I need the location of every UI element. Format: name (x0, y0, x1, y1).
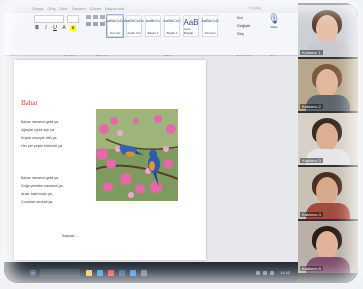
participant-face (316, 123, 338, 151)
numbering-icon[interactable] (93, 15, 98, 19)
poem-line: Bahar mevsimi geldi ya, (21, 176, 60, 180)
tab-home[interactable]: Giriş (47, 6, 55, 11)
format-icons: B I U A a (34, 25, 76, 31)
document-page[interactable]: Bahar Bahar mevsimi geldi ya, Ağaçlar çi… (14, 60, 206, 260)
participant-face (316, 15, 338, 43)
styles-gallery: AaBbCcDc Normal AaBbCcDc Aralık Yok AaBb… (105, 14, 219, 38)
align-center-icon[interactable] (93, 22, 98, 26)
tab-file[interactable]: Dosya (32, 6, 43, 11)
participant-name: Katılımcı 4 (300, 212, 323, 217)
participant-tile[interactable]: Katılımcı 2 (298, 59, 358, 111)
word-icon[interactable] (118, 269, 125, 276)
chrome-icon[interactable] (107, 269, 114, 276)
poem-line: Bahar mevsimi geldi ya, (21, 120, 60, 124)
poem-line: Kuşlar neşeyle öttü ya, (21, 136, 58, 140)
volume-icon[interactable] (263, 270, 268, 275)
document-workspace: Bahar Bahar mevsimi geldi ya, Ağaçlar çi… (4, 56, 298, 262)
style-heading-2[interactable]: AaBbCcC Başlık 2 (163, 15, 181, 37)
taskbar-search[interactable] (39, 268, 80, 277)
birds-illustration (96, 109, 178, 201)
taskbar-apps (85, 269, 147, 276)
participant-tile[interactable]: Kullanıcı 1 (298, 5, 358, 57)
system-tray: 11:42 (256, 270, 290, 275)
participant-name: Katılımcı 5 (300, 266, 323, 271)
birds-photo[interactable] (96, 109, 178, 201)
poem-line: Doğa yeniden canlandı ya, (21, 184, 64, 188)
style-title[interactable]: AaB Konu Başlığı (183, 15, 199, 37)
word-ribbon: Dosya Giriş Ekle Tasarım Düzen Başvurula… (4, 3, 298, 58)
screenshot-frame: Dosya Giriş Ekle Tasarım Düzen Başvurula… (4, 3, 358, 283)
microphone-icon: 🎙 (267, 14, 281, 25)
font-name-dropdown[interactable] (34, 15, 64, 23)
video-participants-panel: Kullanıcı 1 Katılımcı 2 Katılımcı 3 Katı… (298, 3, 358, 283)
taskbar-clock[interactable]: 11:42 (280, 270, 290, 275)
tab-design[interactable]: Tasarım (71, 6, 85, 11)
style-normal[interactable]: AaBbCcDc Normal (105, 14, 125, 38)
poem-line: Her yer yeşile büründü ya. (21, 144, 63, 148)
start-icon[interactable]: ⊞ (30, 269, 36, 277)
align-left-icon[interactable] (86, 22, 91, 26)
edge-icon[interactable] (96, 269, 103, 276)
bullets-icon[interactable] (86, 15, 91, 19)
underline-icon[interactable]: U (52, 25, 58, 31)
participant-name: Katılımcı 2 (300, 104, 323, 109)
style-heading-1[interactable]: AaBbCc Başlık 1 (145, 15, 161, 37)
find-button[interactable]: Bul (237, 15, 251, 20)
poem-author: Kaynak: ... (62, 234, 79, 238)
share-button[interactable]: Paylaş (249, 5, 261, 10)
participant-face (316, 69, 338, 97)
paragraph-icons (86, 15, 105, 26)
participant-name: Katılımcı 3 (300, 158, 323, 163)
tab-layout[interactable]: Düzen (90, 6, 102, 11)
poem-line: Ağaçlar çiçek açtı ya, (21, 128, 55, 132)
dictate-button[interactable]: 🎙 Dikte (266, 14, 282, 30)
tab-references[interactable]: Başvurular (105, 6, 124, 11)
app-icon[interactable] (140, 269, 147, 276)
participant-tile[interactable]: Katılımcı 5 (298, 221, 358, 273)
poem-line: Arılar bala koştu ya, (21, 192, 53, 196)
tab-insert[interactable]: Ekle (60, 6, 68, 11)
zoom-icon[interactable] (129, 269, 136, 276)
participant-tile[interactable]: Katılımcı 4 (298, 167, 358, 219)
style-subtitle[interactable]: AaBbCcD Alt Konu (201, 15, 219, 37)
battery-icon[interactable] (270, 270, 275, 275)
font-size-dropdown[interactable] (67, 15, 79, 23)
font-color-icon[interactable]: A (61, 25, 67, 31)
italic-icon[interactable]: I (43, 25, 49, 31)
poem-line: Çocuklar sevindi ya. (21, 200, 54, 204)
participant-name: Kullanıcı 1 (300, 50, 323, 55)
style-no-spacing[interactable]: AaBbCcDc Aralık Yok (124, 15, 144, 37)
participant-tile[interactable]: Katılımcı 3 (298, 113, 358, 165)
replace-button[interactable]: Değiştir (237, 23, 251, 28)
editing-group: Bul Değiştir Seç (237, 15, 251, 36)
font-controls (34, 15, 79, 23)
bold-icon[interactable]: B (34, 25, 40, 31)
select-button[interactable]: Seç (237, 31, 251, 36)
network-icon[interactable] (256, 270, 261, 275)
participant-face (316, 177, 338, 205)
windows-taskbar: ⊞ 11:42 (4, 262, 298, 283)
poem-title: Bahar (21, 99, 38, 107)
file-explorer-icon[interactable] (85, 269, 92, 276)
highlight-icon[interactable]: a (70, 25, 76, 31)
participant-face (316, 231, 338, 259)
